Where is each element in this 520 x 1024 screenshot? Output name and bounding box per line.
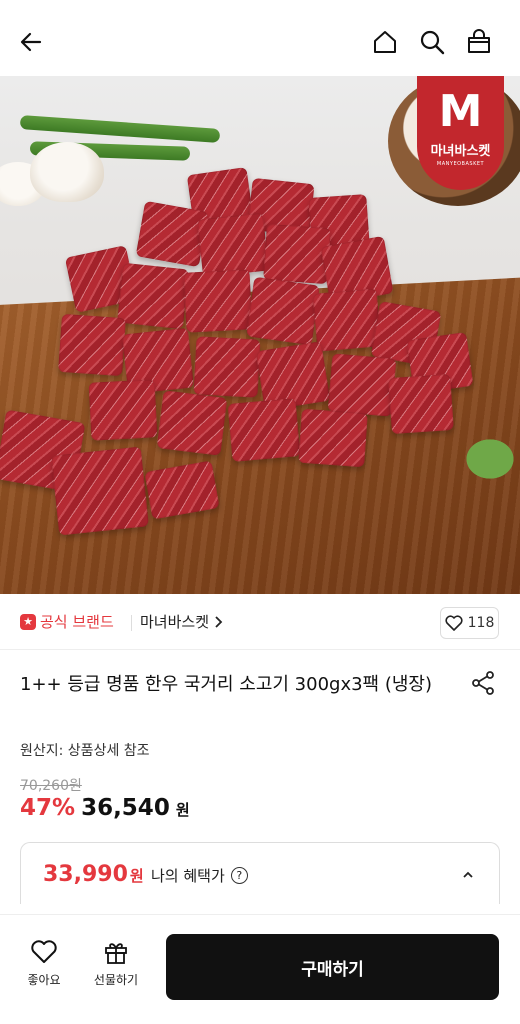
gift-button[interactable]: 선물하기 [86, 939, 146, 988]
bottom-action-bar: 좋아요 선물하기 구매하기 [0, 914, 520, 1024]
brand-logo-korean: 마녀바스켓 [430, 144, 491, 159]
gift-label: 선물하기 [93, 973, 139, 987]
chevron-right-icon [215, 615, 223, 628]
product-image-carousel[interactable]: M 마녀바스켓 MANYEOBASKET 1 / 5 [0, 76, 520, 594]
origin-info: 원산지: 상품상세 참조 [20, 743, 150, 759]
brand-logo: M 마녀바스켓 MANYEOBASKET [417, 76, 504, 190]
discount-rate: 47% [20, 795, 76, 821]
brand-logo-mark: M [438, 86, 483, 137]
like-count-value: 118 [467, 615, 495, 631]
sale-price: 36,540 [81, 795, 170, 821]
benefit-price-value: 33,990 [43, 862, 128, 887]
home-icon[interactable] [370, 27, 400, 57]
product-title: 1++ 등급 명품 한우 국거리 소고기 300gx3팩 (냉장) [20, 674, 432, 695]
shopping-bag-icon[interactable] [464, 27, 494, 57]
brand-name: 마녀바스켓 [140, 613, 210, 631]
gift-icon [105, 943, 127, 964]
official-brand-badge: ★ 공식 브랜드 [20, 611, 114, 632]
brand-logo-english: MANYEOBASKET [436, 161, 485, 167]
top-navigation-bar [0, 0, 520, 76]
price-unit: 원 [175, 801, 190, 819]
like-count-button[interactable]: 118 [440, 607, 499, 639]
benefit-label-text: 나의 혜택가 [151, 867, 225, 885]
share-icon[interactable] [470, 670, 496, 696]
benefit-price-panel[interactable]: 33,990 원 나의 혜택가 ? [20, 842, 500, 904]
help-icon[interactable]: ? [230, 867, 248, 884]
buy-button[interactable]: 구매하기 [166, 934, 499, 1000]
original-price: 70,260원 [20, 778, 82, 794]
heart-icon [445, 615, 463, 631]
price-row: 47% 36,540 원 [20, 795, 190, 821]
benefit-price-unit: 원 [129, 867, 144, 885]
star-badge-icon: ★ [20, 613, 36, 630]
back-arrow-icon[interactable] [16, 27, 46, 57]
official-brand-label: 공식 브랜드 [40, 613, 114, 631]
divider [131, 615, 132, 631]
benefit-price: 33,990 원 [43, 862, 144, 887]
brand-store-link[interactable]: 마녀바스켓 [140, 611, 223, 632]
search-icon[interactable] [417, 27, 447, 57]
chevron-up-icon[interactable] [461, 865, 475, 884]
like-label: 좋아요 [27, 973, 61, 987]
like-button[interactable]: 좋아요 [14, 939, 74, 988]
heart-icon [31, 940, 57, 963]
benefit-label: 나의 혜택가 ? [151, 865, 248, 886]
